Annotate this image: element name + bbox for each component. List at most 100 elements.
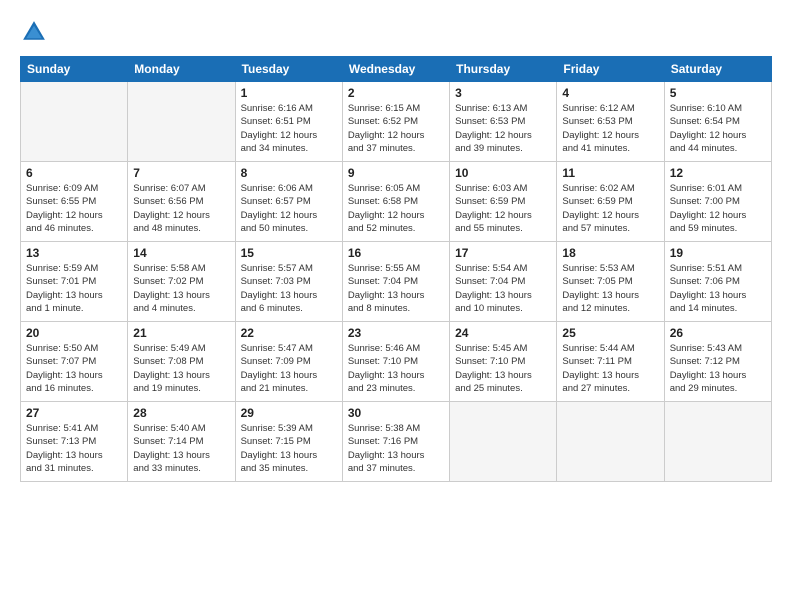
day-info: Sunrise: 5:49 AMSunset: 7:08 PMDaylight:…: [133, 342, 229, 395]
day-info: Sunrise: 6:13 AMSunset: 6:53 PMDaylight:…: [455, 102, 551, 155]
day-number: 8: [241, 166, 337, 180]
calendar-cell: 18 Sunrise: 5:53 AMSunset: 7:05 PMDayligh…: [557, 242, 664, 322]
day-info: Sunrise: 5:39 AMSunset: 7:15 PMDaylight:…: [241, 422, 337, 475]
day-info: Sunrise: 6:16 AMSunset: 6:51 PMDaylight:…: [241, 102, 337, 155]
logo-icon: [20, 18, 48, 46]
calendar-cell: 10 Sunrise: 6:03 AMSunset: 6:59 PMDayligh…: [450, 162, 557, 242]
day-info: Sunrise: 5:41 AMSunset: 7:13 PMDaylight:…: [26, 422, 122, 475]
day-info: Sunrise: 5:59 AMSunset: 7:01 PMDaylight:…: [26, 262, 122, 315]
weekday-tuesday: Tuesday: [235, 57, 342, 82]
calendar-cell: 21 Sunrise: 5:49 AMSunset: 7:08 PMDayligh…: [128, 322, 235, 402]
day-info: Sunrise: 5:43 AMSunset: 7:12 PMDaylight:…: [670, 342, 766, 395]
day-info: Sunrise: 5:53 AMSunset: 7:05 PMDaylight:…: [562, 262, 658, 315]
day-number: 22: [241, 326, 337, 340]
calendar-cell: 8 Sunrise: 6:06 AMSunset: 6:57 PMDaylight…: [235, 162, 342, 242]
week-row-4: 27 Sunrise: 5:41 AMSunset: 7:13 PMDayligh…: [21, 402, 772, 482]
day-number: 15: [241, 246, 337, 260]
day-number: 9: [348, 166, 444, 180]
header: [20, 18, 772, 46]
day-info: Sunrise: 5:45 AMSunset: 7:10 PMDaylight:…: [455, 342, 551, 395]
day-number: 21: [133, 326, 229, 340]
day-info: Sunrise: 5:58 AMSunset: 7:02 PMDaylight:…: [133, 262, 229, 315]
day-number: 11: [562, 166, 658, 180]
day-number: 5: [670, 86, 766, 100]
calendar-table: SundayMondayTuesdayWednesdayThursdayFrid…: [20, 56, 772, 482]
day-number: 10: [455, 166, 551, 180]
calendar-cell: 16 Sunrise: 5:55 AMSunset: 7:04 PMDayligh…: [342, 242, 449, 322]
day-info: Sunrise: 5:54 AMSunset: 7:04 PMDaylight:…: [455, 262, 551, 315]
calendar-cell: 23 Sunrise: 5:46 AMSunset: 7:10 PMDayligh…: [342, 322, 449, 402]
day-number: 25: [562, 326, 658, 340]
calendar-cell: 27 Sunrise: 5:41 AMSunset: 7:13 PMDayligh…: [21, 402, 128, 482]
weekday-monday: Monday: [128, 57, 235, 82]
calendar-cell: 4Sunrise: 6:12 AMSunset: 6:53 PMDaylight…: [557, 82, 664, 162]
calendar-cell: 29 Sunrise: 5:39 AMSunset: 7:15 PMDayligh…: [235, 402, 342, 482]
calendar-cell: 5 Sunrise: 6:10 AMSunset: 6:54 PMDaylight…: [664, 82, 771, 162]
day-info: Sunrise: 6:06 AMSunset: 6:57 PMDaylight:…: [241, 182, 337, 235]
day-info: Sunrise: 6:05 AMSunset: 6:58 PMDaylight:…: [348, 182, 444, 235]
day-info: Sunrise: 5:51 AMSunset: 7:06 PMDaylight:…: [670, 262, 766, 315]
calendar-cell: [128, 82, 235, 162]
calendar-cell: [450, 402, 557, 482]
day-info: Sunrise: 6:01 AMSunset: 7:00 PMDaylight:…: [670, 182, 766, 235]
calendar-cell: 2Sunrise: 6:15 AMSunset: 6:52 PMDaylight…: [342, 82, 449, 162]
day-info: Sunrise: 6:07 AMSunset: 6:56 PMDaylight:…: [133, 182, 229, 235]
day-info: Sunrise: 6:09 AMSunset: 6:55 PMDaylight:…: [26, 182, 122, 235]
day-number: 2: [348, 86, 444, 100]
day-number: 1: [241, 86, 337, 100]
logo: [20, 18, 52, 46]
day-number: 3: [455, 86, 551, 100]
calendar-cell: 1 Sunrise: 6:16 AMSunset: 6:51 PMDaylight…: [235, 82, 342, 162]
day-number: 18: [562, 246, 658, 260]
calendar-cell: 11 Sunrise: 6:02 AMSunset: 6:59 PMDayligh…: [557, 162, 664, 242]
weekday-wednesday: Wednesday: [342, 57, 449, 82]
calendar-cell: 3 Sunrise: 6:13 AMSunset: 6:53 PMDaylight…: [450, 82, 557, 162]
calendar-cell: 9 Sunrise: 6:05 AMSunset: 6:58 PMDaylight…: [342, 162, 449, 242]
day-info: Sunrise: 6:02 AMSunset: 6:59 PMDaylight:…: [562, 182, 658, 235]
day-number: 30: [348, 406, 444, 420]
weekday-friday: Friday: [557, 57, 664, 82]
day-number: 29: [241, 406, 337, 420]
calendar-cell: 28Sunrise: 5:40 AMSunset: 7:14 PMDayligh…: [128, 402, 235, 482]
calendar-cell: 19Sunrise: 5:51 AMSunset: 7:06 PMDayligh…: [664, 242, 771, 322]
day-number: 28: [133, 406, 229, 420]
weekday-saturday: Saturday: [664, 57, 771, 82]
calendar-cell: 26Sunrise: 5:43 AMSunset: 7:12 PMDayligh…: [664, 322, 771, 402]
calendar-cell: [21, 82, 128, 162]
calendar-cell: 24 Sunrise: 5:45 AMSunset: 7:10 PMDayligh…: [450, 322, 557, 402]
calendar-cell: 17 Sunrise: 5:54 AMSunset: 7:04 PMDayligh…: [450, 242, 557, 322]
day-info: Sunrise: 5:38 AMSunset: 7:16 PMDaylight:…: [348, 422, 444, 475]
day-number: 17: [455, 246, 551, 260]
page: SundayMondayTuesdayWednesdayThursdayFrid…: [0, 0, 792, 612]
calendar-cell: 14Sunrise: 5:58 AMSunset: 7:02 PMDayligh…: [128, 242, 235, 322]
day-info: Sunrise: 6:10 AMSunset: 6:54 PMDaylight:…: [670, 102, 766, 155]
day-number: 16: [348, 246, 444, 260]
day-number: 27: [26, 406, 122, 420]
day-number: 24: [455, 326, 551, 340]
week-row-1: 6Sunrise: 6:09 AMSunset: 6:55 PMDaylight…: [21, 162, 772, 242]
calendar-cell: 7Sunrise: 6:07 AMSunset: 6:56 PMDaylight…: [128, 162, 235, 242]
calendar-cell: 12Sunrise: 6:01 AMSunset: 7:00 PMDayligh…: [664, 162, 771, 242]
week-row-0: 1 Sunrise: 6:16 AMSunset: 6:51 PMDaylight…: [21, 82, 772, 162]
calendar-cell: 30 Sunrise: 5:38 AMSunset: 7:16 PMDayligh…: [342, 402, 449, 482]
day-number: 23: [348, 326, 444, 340]
weekday-header-row: SundayMondayTuesdayWednesdayThursdayFrid…: [21, 57, 772, 82]
day-info: Sunrise: 5:44 AMSunset: 7:11 PMDaylight:…: [562, 342, 658, 395]
day-info: Sunrise: 5:46 AMSunset: 7:10 PMDaylight:…: [348, 342, 444, 395]
calendar-cell: 25 Sunrise: 5:44 AMSunset: 7:11 PMDayligh…: [557, 322, 664, 402]
day-info: Sunrise: 5:57 AMSunset: 7:03 PMDaylight:…: [241, 262, 337, 315]
calendar-cell: 22 Sunrise: 5:47 AMSunset: 7:09 PMDayligh…: [235, 322, 342, 402]
calendar-cell: 20Sunrise: 5:50 AMSunset: 7:07 PMDayligh…: [21, 322, 128, 402]
calendar-body: 1 Sunrise: 6:16 AMSunset: 6:51 PMDaylight…: [21, 82, 772, 482]
week-row-3: 20Sunrise: 5:50 AMSunset: 7:07 PMDayligh…: [21, 322, 772, 402]
day-number: 4: [562, 86, 658, 100]
calendar-cell: [664, 402, 771, 482]
day-info: Sunrise: 5:47 AMSunset: 7:09 PMDaylight:…: [241, 342, 337, 395]
week-row-2: 13 Sunrise: 5:59 AMSunset: 7:01 PMDayligh…: [21, 242, 772, 322]
day-info: Sunrise: 5:55 AMSunset: 7:04 PMDaylight:…: [348, 262, 444, 315]
day-number: 20: [26, 326, 122, 340]
weekday-sunday: Sunday: [21, 57, 128, 82]
calendar-cell: [557, 402, 664, 482]
day-info: Sunrise: 6:03 AMSunset: 6:59 PMDaylight:…: [455, 182, 551, 235]
day-number: 13: [26, 246, 122, 260]
